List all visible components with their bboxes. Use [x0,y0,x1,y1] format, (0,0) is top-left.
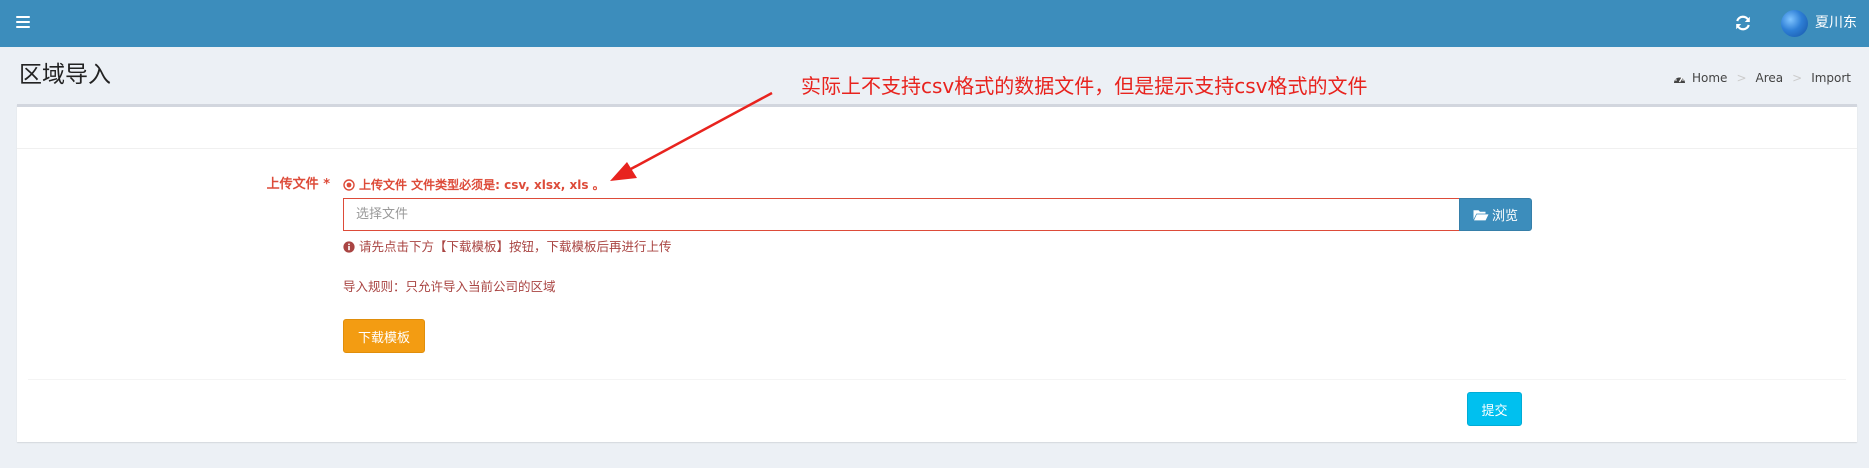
user-name[interactable]: 夏川东 [1815,13,1857,33]
user-avatar[interactable] [1781,10,1808,37]
breadcrumb-separator: > [1736,71,1747,85]
submit-button[interactable]: 提交 [1467,392,1522,426]
browse-button[interactable]: 浏览 [1459,198,1532,231]
annotation-text: 实际上不支持csv格式的数据文件，但是提示支持csv格式的文件 [801,74,1368,98]
breadcrumb: Home > Area > Import [1673,70,1851,86]
upload-file-label: 上传文件 * [266,177,330,192]
dashboard-icon [1674,75,1685,83]
breadcrumb-item-area[interactable]: Area [1756,70,1784,86]
info-circle-icon [343,241,355,253]
upload-help-message: 请先点击下方【下载模板】按钮，下载模板后再进行上传 [343,238,672,256]
breadcrumb-separator: > [1792,71,1803,85]
upload-help-text: 请先点击下方【下载模板】按钮，下载模板后再进行上传 [359,239,672,254]
hamburger-icon[interactable] [16,16,30,28]
refresh-icon[interactable] [1734,14,1752,32]
validation-error-message: 上传文件 文件类型必须是: csv, xlsx, xls 。 [343,177,605,193]
breadcrumb-item-import: Import [1811,71,1852,85]
box-header-divider [17,148,1857,149]
folder-open-icon [1473,209,1489,220]
top-navbar: 夏川东 [0,0,1869,47]
file-path-input[interactable]: 选择文件 [343,198,1460,231]
browse-button-label: 浏览 [1491,209,1518,224]
error-circle-icon [343,179,355,191]
import-form-box: 上传文件 * 上传文件 文件类型必须是: csv, xlsx, xls 。 选择… [17,104,1857,442]
validation-error-text: 上传文件 文件类型必须是: csv, xlsx, xls 。 [359,178,605,192]
page-title: 区域导入 [19,62,111,88]
import-rule-text: 导入规则：只允许导入当前公司的区域 [343,279,556,294]
download-template-button[interactable]: 下载模板 [343,319,425,353]
breadcrumb-item-home[interactable]: Home [1673,70,1727,86]
box-footer-divider [28,379,1846,380]
breadcrumb-label-home: Home [1692,71,1728,85]
